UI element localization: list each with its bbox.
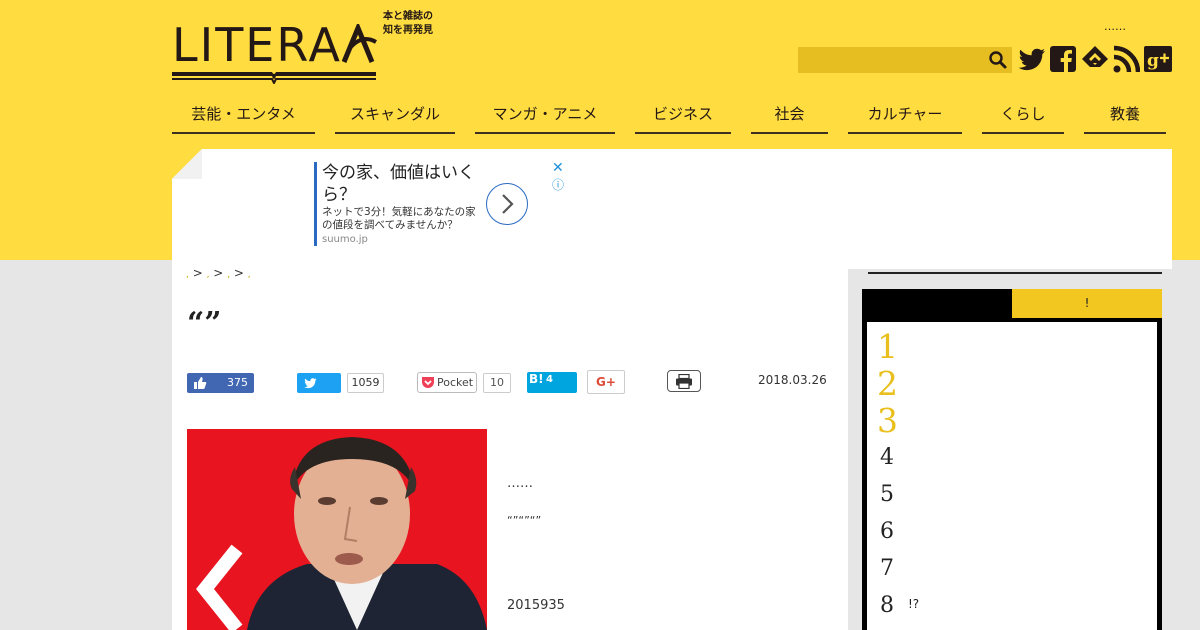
facebook-icon[interactable] [1049,44,1077,74]
twitter-icon[interactable] [1017,44,1047,74]
pocket-button[interactable]: Pocket [417,372,477,393]
twitter-icon [304,378,317,389]
breadcrumb-home-link[interactable]: , [186,270,189,280]
breadcrumb-subcategory-link[interactable]: , [227,270,230,280]
article-paragraph: 2015935 [507,598,565,613]
google-plus-share-button[interactable]: G+ [587,370,625,394]
ranking-number: 8 [880,593,894,618]
feedly-icon[interactable] [1080,44,1110,74]
ad-accent-bar [314,162,317,246]
nav-item-lifestyle[interactable]: くらし [982,96,1064,134]
breadcrumb-current: , [247,270,251,280]
ad-info-icon[interactable]: ⓘ [552,176,564,193]
ranking-list [867,322,1157,630]
ad-corner-fold [172,149,202,179]
like-count: 375 [227,376,248,389]
chevron-right-icon [502,194,514,214]
ranking-number: 1 [877,327,898,366]
nav-item-culture[interactable]: カルチャー [848,96,962,134]
svg-text:g: g [1147,51,1159,71]
ad-open-button[interactable] [486,183,528,225]
site-tagline: 本と雑誌の 知を再発見 [383,11,433,36]
nav-item-entertainment[interactable]: 芸能・エンタメ [172,96,315,134]
printer-icon [676,374,692,389]
google-plus-icon[interactable]: g [1143,44,1173,74]
ranking-number: 7 [880,556,894,581]
logo-text: LITERA [172,18,342,72]
top-link[interactable]: …… [1104,20,1126,33]
hatena-bookmark-button[interactable]: B! 4 [527,372,577,393]
portrait-photo [187,429,487,630]
pocket-icon [422,377,434,388]
ranking-number: 4 [880,445,894,470]
tweet-button[interactable] [297,373,341,393]
logo-swirl-icon [342,24,377,63]
article-paragraph: …… [507,476,533,491]
hatena-icon: B! [529,372,544,386]
pocket-label: Pocket [437,376,474,389]
breadcrumb: , > , > , > , [186,266,251,280]
nav-item-society[interactable]: 社会 [751,96,828,134]
rss-icon[interactable] [1112,44,1140,74]
article-paragraph: “”“”“” [507,514,542,527]
article-hero-image[interactable] [187,429,487,630]
print-button[interactable] [667,370,701,392]
nav-item-education[interactable]: 教養 [1084,96,1166,134]
site-logo[interactable]: LITERA [172,20,382,84]
ad-close-icon[interactable]: ✕ [552,160,564,176]
facebook-like-button[interactable]: 375 [187,373,254,393]
tweet-count: 1059 [347,373,384,393]
ranking-number: 6 [880,519,894,544]
ranking-number: 5 [880,482,894,507]
sidebar-divider [868,272,1162,274]
search-input[interactable] [798,47,1012,73]
nav-item-business[interactable]: ビジネス [635,96,731,134]
ranking-number: 2 [877,364,898,403]
article-title: “” [187,306,222,341]
tab-alt-ranking[interactable]: ! [1012,289,1162,318]
nav-item-scandal[interactable]: スキャンダル [335,96,455,134]
tab-ranking[interactable] [862,289,1012,318]
ranking-item[interactable]: !? [908,597,919,611]
breadcrumb-category-link[interactable]: , [207,270,210,280]
nav-item-manga-anime[interactable]: マンガ・アニメ [475,96,615,134]
book-icon [172,72,376,84]
ad-url[interactable]: suumo.jp [322,234,368,245]
pocket-count: 10 [483,373,511,393]
ad-title[interactable]: 今の家、価値はいくら？ [322,162,482,206]
ranking-number: 3 [877,401,898,440]
article-date: 2018.03.26 [758,373,827,387]
search-icon[interactable] [988,50,1008,70]
thumbs-up-icon [194,377,207,389]
ad-subtitle[interactable]: ネットで3分！気軽にあなたの家の値段を調べてみませんか？ [322,206,482,232]
hatena-count: 4 [546,374,553,385]
main-nav: 芸能・エンタメ スキャンダル マンガ・アニメ ビジネス 社会 カルチャー くらし… [172,96,1172,136]
